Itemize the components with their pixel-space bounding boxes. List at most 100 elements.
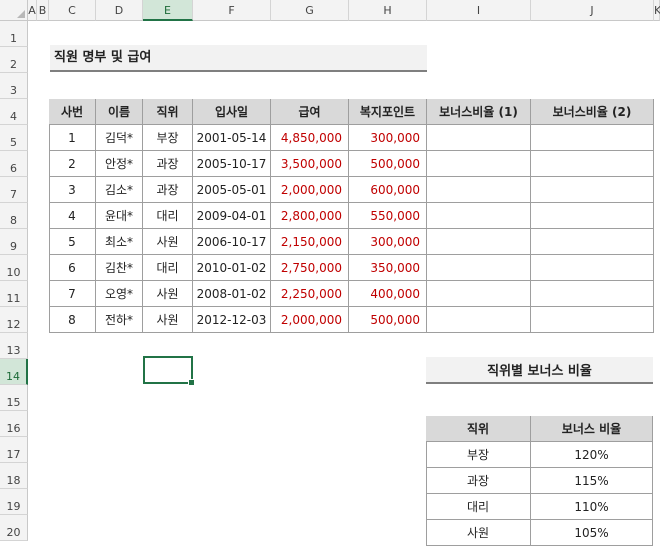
employee-cell[interactable] [531, 177, 654, 203]
employee-cell[interactable] [531, 151, 654, 177]
column-header-c[interactable]: C [49, 0, 96, 21]
employee-cell[interactable]: 550,000 [349, 203, 427, 229]
employee-cell[interactable]: 2005-05-01 [193, 177, 271, 203]
employee-id-cell[interactable]: 2 [49, 151, 96, 177]
employee-cell[interactable]: 500,000 [349, 307, 427, 333]
bonus-cell[interactable]: 105% [531, 520, 653, 546]
column-header-f[interactable]: F [193, 0, 271, 21]
employee-cell[interactable] [427, 255, 531, 281]
row-header-3[interactable]: 3 [0, 73, 28, 99]
employee-cell[interactable]: 과장 [143, 151, 193, 177]
bonus-cell[interactable]: 대리 [426, 494, 531, 520]
employee-cell[interactable] [427, 151, 531, 177]
row-header-7[interactable]: 7 [0, 177, 28, 203]
bonus-cell[interactable]: 120% [531, 442, 653, 468]
employee-id-cell[interactable]: 6 [49, 255, 96, 281]
column-header-e[interactable]: E [143, 0, 193, 21]
employee-cell[interactable]: 대리 [143, 203, 193, 229]
employee-cell[interactable] [531, 281, 654, 307]
row-header-14[interactable]: 14 [0, 359, 28, 385]
employee-cell[interactable] [427, 125, 531, 151]
employee-cell[interactable] [531, 229, 654, 255]
column-header-d[interactable]: D [96, 0, 143, 21]
employee-cell[interactable]: 2,800,000 [271, 203, 349, 229]
row-header-2[interactable]: 2 [0, 47, 28, 73]
employee-id-cell[interactable]: 7 [49, 281, 96, 307]
row-header-12[interactable]: 12 [0, 307, 28, 333]
employee-cell[interactable]: 2,000,000 [271, 177, 349, 203]
employee-id-cell[interactable]: 5 [49, 229, 96, 255]
employee-cell[interactable]: 4,850,000 [271, 125, 349, 151]
employee-cell[interactable]: 대리 [143, 255, 193, 281]
employee-cell[interactable] [427, 229, 531, 255]
row-header-8[interactable]: 8 [0, 203, 28, 229]
bonus-cell[interactable]: 110% [531, 494, 653, 520]
employee-cell[interactable]: 350,000 [349, 255, 427, 281]
employee-cell[interactable] [531, 307, 654, 333]
employee-cell[interactable] [427, 281, 531, 307]
employee-cell[interactable] [427, 307, 531, 333]
row-header-4[interactable]: 4 [0, 99, 28, 125]
employee-cell[interactable]: 300,000 [349, 229, 427, 255]
employee-cell[interactable]: 3,500,000 [271, 151, 349, 177]
employee-cell[interactable]: 전하* [96, 307, 143, 333]
employee-cell[interactable]: 2009-04-01 [193, 203, 271, 229]
employee-cell[interactable] [427, 203, 531, 229]
row-header-13[interactable]: 13 [0, 333, 28, 359]
row-header-11[interactable]: 11 [0, 281, 28, 307]
employee-cell[interactable]: 김소* [96, 177, 143, 203]
column-header-i[interactable]: I [427, 0, 531, 21]
employee-cell[interactable]: 윤대* [96, 203, 143, 229]
employee-cell[interactable]: 400,000 [349, 281, 427, 307]
employee-cell[interactable]: 과장 [143, 177, 193, 203]
employee-cell[interactable]: 2006-10-17 [193, 229, 271, 255]
row-header-20[interactable]: 20 [0, 515, 28, 541]
employee-cell[interactable]: 2008-01-02 [193, 281, 271, 307]
select-all-corner[interactable] [0, 0, 28, 21]
employee-cell[interactable]: 최소* [96, 229, 143, 255]
column-header-j[interactable]: J [531, 0, 654, 21]
employee-cell[interactable]: 사원 [143, 229, 193, 255]
row-header-6[interactable]: 6 [0, 151, 28, 177]
employee-cell[interactable]: 오영* [96, 281, 143, 307]
column-header-b[interactable]: B [37, 0, 49, 21]
employee-cell[interactable]: 2,150,000 [271, 229, 349, 255]
employee-cell[interactable]: 500,000 [349, 151, 427, 177]
employee-cell[interactable]: 사원 [143, 307, 193, 333]
employee-cell[interactable]: 2,750,000 [271, 255, 349, 281]
employee-cell[interactable]: 안정* [96, 151, 143, 177]
employee-id-cell[interactable]: 1 [49, 125, 96, 151]
row-header-16[interactable]: 16 [0, 411, 28, 437]
employee-cell[interactable] [427, 177, 531, 203]
employee-cell[interactable] [531, 203, 654, 229]
bonus-cell[interactable]: 사원 [426, 520, 531, 546]
employee-cell[interactable]: 600,000 [349, 177, 427, 203]
employee-cell[interactable]: 2012-12-03 [193, 307, 271, 333]
row-header-15[interactable]: 15 [0, 385, 28, 411]
row-header-9[interactable]: 9 [0, 229, 28, 255]
row-header-17[interactable]: 17 [0, 437, 28, 463]
employee-cell[interactable]: 2010-01-02 [193, 255, 271, 281]
employee-cell[interactable]: 김덕* [96, 125, 143, 151]
bonus-cell[interactable]: 과장 [426, 468, 531, 494]
employee-cell[interactable]: 사원 [143, 281, 193, 307]
column-header-h[interactable]: H [349, 0, 427, 21]
column-header-g[interactable]: G [271, 0, 349, 21]
row-header-5[interactable]: 5 [0, 125, 28, 151]
employee-cell[interactable]: 2,250,000 [271, 281, 349, 307]
row-header-18[interactable]: 18 [0, 463, 28, 489]
employee-cell[interactable]: 부장 [143, 125, 193, 151]
column-header-a[interactable]: A [28, 0, 37, 21]
row-header-19[interactable]: 19 [0, 489, 28, 515]
active-cell-e14[interactable] [143, 356, 195, 386]
employee-id-cell[interactable]: 4 [49, 203, 96, 229]
employee-cell[interactable]: 2,000,000 [271, 307, 349, 333]
employee-cell[interactable]: 300,000 [349, 125, 427, 151]
employee-cell[interactable]: 2001-05-14 [193, 125, 271, 151]
employee-cell[interactable]: 김찬* [96, 255, 143, 281]
row-header-1[interactable]: 1 [0, 21, 28, 47]
bonus-cell[interactable]: 부장 [426, 442, 531, 468]
row-header-10[interactable]: 10 [0, 255, 28, 281]
employee-id-cell[interactable]: 8 [49, 307, 96, 333]
employee-cell[interactable] [531, 255, 654, 281]
